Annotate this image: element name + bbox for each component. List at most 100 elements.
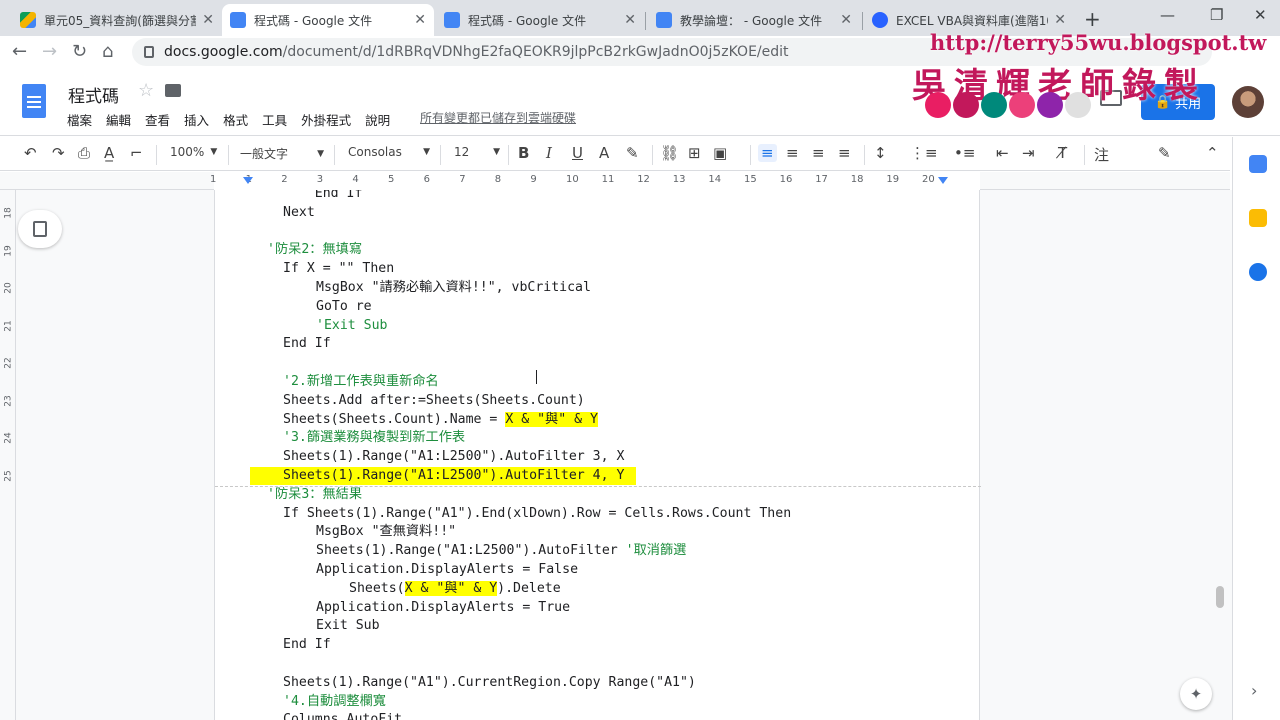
code-line[interactable]: End If xyxy=(283,636,331,654)
docs-logo-icon[interactable] xyxy=(22,84,46,118)
code-line[interactable]: MsgBox "請務必輸入資料!!", vbCritical xyxy=(316,279,591,297)
bold-icon[interactable]: B xyxy=(518,144,529,162)
decrease-indent-icon[interactable]: ⇤ xyxy=(996,144,1009,162)
text-color-icon[interactable]: A xyxy=(599,144,609,162)
back-icon[interactable]: ← xyxy=(12,41,27,62)
calendar-icon[interactable] xyxy=(1249,155,1267,173)
chevron-right-icon[interactable]: › xyxy=(1251,681,1257,700)
code-line[interactable]: '3.篩選業務與複製到新工作表 xyxy=(283,429,465,447)
folder-icon[interactable] xyxy=(165,84,181,97)
code-line[interactable]: End If xyxy=(283,190,363,203)
window-close-icon[interactable]: ✕ xyxy=(1254,6,1267,24)
redo-icon[interactable]: ↷ xyxy=(52,144,65,162)
align-center-icon[interactable]: ≡ xyxy=(786,144,799,162)
underline-icon[interactable]: U xyxy=(572,144,583,162)
browser-tab-4[interactable]: 教學論壇： - Google 文件 ✕ xyxy=(648,4,860,36)
close-icon[interactable]: ✕ xyxy=(202,12,214,28)
menu-insert[interactable]: 插入 xyxy=(177,108,216,131)
code-line[interactable]: Sheets(1).Range("A1:L2500").AutoFilter '… xyxy=(316,542,686,560)
line-spacing-icon[interactable]: ↕ xyxy=(874,144,887,162)
input-tools-icon[interactable]: 注 xyxy=(1094,144,1109,165)
undo-icon[interactable]: ↶ xyxy=(24,144,37,162)
code-line[interactable]: Sheets(1).Range("A1:L2500").AutoFilter 4… xyxy=(283,467,624,485)
zoom-select[interactable]: 100% ▼ xyxy=(170,145,217,159)
code-line[interactable]: Exit Sub xyxy=(316,617,380,635)
code-line[interactable]: Sheets(Sheets.Count).Name = X & "與" & Y xyxy=(283,411,598,429)
close-icon[interactable]: ✕ xyxy=(624,12,636,28)
code-line[interactable]: Sheets(1).Range("A1").CurrentRegion.Copy… xyxy=(283,674,696,692)
close-icon[interactable]: ✕ xyxy=(1054,12,1066,28)
code-line[interactable]: '4.自動調整欄寬 xyxy=(283,693,386,711)
browser-tab-1[interactable]: 單元05_資料查詢(篩選與分割工 ✕ xyxy=(12,4,222,36)
close-icon[interactable]: ✕ xyxy=(840,12,852,28)
link-icon[interactable]: ⛓ xyxy=(660,144,679,162)
code-line[interactable]: End If xyxy=(283,335,331,353)
align-left-icon[interactable]: ≡ xyxy=(758,144,777,162)
avatar[interactable] xyxy=(1232,86,1264,118)
minimize-icon[interactable]: — xyxy=(1160,6,1175,24)
keep-icon[interactable] xyxy=(1249,209,1267,227)
paint-format-icon[interactable]: ⌐ xyxy=(130,144,143,162)
clear-formatting-icon[interactable]: T̸ xyxy=(1058,144,1067,162)
menu-addons[interactable]: 外掛程式 xyxy=(294,108,358,131)
reload-icon[interactable]: ↻ xyxy=(72,41,87,62)
menu-tools[interactable]: 工具 xyxy=(255,108,294,131)
font-select[interactable]: Consolas ▼ xyxy=(348,145,430,159)
code-line[interactable]: '防呆2：無填寫 xyxy=(267,241,362,259)
font-size-select[interactable]: 12 ▼ xyxy=(454,145,500,159)
code-line[interactable]: Next xyxy=(283,204,315,222)
document-page[interactable]: End If Next '防呆2：無填寫 If X = "" Then MsgBox "… xyxy=(214,190,981,720)
left-indent-marker[interactable] xyxy=(243,177,253,184)
new-tab-icon[interactable]: + xyxy=(1084,7,1101,31)
code-line[interactable]: If X = "" Then xyxy=(283,260,394,278)
chevron-up-icon[interactable]: ⌃ xyxy=(1206,144,1219,162)
home-icon[interactable]: ⌂ xyxy=(102,41,113,62)
code-line[interactable]: Columns.AutoFit xyxy=(283,711,402,720)
menu-format[interactable]: 格式 xyxy=(216,108,255,131)
explore-icon[interactable]: ✦ xyxy=(1180,678,1212,710)
document-workspace: 18 19 20 21 22 23 24 25 End If Next '防呆2：無填寫 If X … xyxy=(0,190,1232,720)
code-line[interactable]: Application.DisplayAlerts = False xyxy=(316,561,578,579)
scrollbar-thumb[interactable] xyxy=(1216,586,1224,608)
editing-mode-icon[interactable]: ✎ xyxy=(1158,144,1171,162)
maximize-icon[interactable]: ❐ xyxy=(1210,6,1223,24)
align-right-icon[interactable]: ≡ xyxy=(812,144,825,162)
star-icon[interactable]: ☆ xyxy=(138,80,154,101)
code-line[interactable]: MsgBox "查無資料!!" xyxy=(316,523,456,541)
align-justify-icon[interactable]: ≡ xyxy=(838,144,851,162)
forward-icon[interactable]: → xyxy=(42,41,57,62)
italic-icon[interactable]: I xyxy=(546,144,552,162)
add-comment-icon[interactable]: ⊞ xyxy=(688,144,701,162)
save-status[interactable]: 所有變更都已儲存到雲端硬碟 xyxy=(420,109,576,126)
print-icon[interactable]: ⎙ xyxy=(78,144,90,162)
document-outline-button[interactable] xyxy=(18,210,62,248)
close-icon[interactable]: ✕ xyxy=(414,12,426,28)
horizontal-ruler[interactable]: 1 1 2 3 4 5 6 7 8 9 10 11 12 13 14 15 16 17 18 19 20 xyxy=(0,172,1230,190)
spellcheck-icon[interactable]: A̲ xyxy=(104,144,114,162)
code-line[interactable]: GoTo re xyxy=(316,298,372,316)
code-line[interactable]: Application.DisplayAlerts = True xyxy=(316,599,570,617)
menu-view[interactable]: 查看 xyxy=(138,108,177,131)
code-line[interactable]: Sheets(1).Range("A1:L2500").AutoFilter 3… xyxy=(283,448,624,466)
code-line[interactable]: Sheets(X & "與" & Y).Delete xyxy=(349,580,561,598)
bulleted-list-icon[interactable]: •≡ xyxy=(954,144,975,162)
browser-tab-2[interactable]: 程式碼 - Google 文件 ✕ xyxy=(222,4,434,36)
code-line[interactable]: Sheets.Add after:=Sheets(Sheets.Count) xyxy=(283,392,585,410)
increase-indent-icon[interactable]: ⇥ xyxy=(1022,144,1035,162)
insert-image-icon[interactable]: ▣ xyxy=(713,144,727,162)
code-line[interactable]: 'Exit Sub xyxy=(316,317,387,335)
document-title[interactable]: 程式碼 xyxy=(68,82,119,107)
right-indent-marker[interactable] xyxy=(938,177,948,184)
style-select[interactable]: 一般文字 ▼ xyxy=(240,145,324,162)
tasks-icon[interactable] xyxy=(1249,263,1267,281)
code-line[interactable]: '2.新增工作表與重新命名 xyxy=(283,373,439,391)
code-line[interactable]: If Sheets(1).Range("A1").End(xlDown).Row… xyxy=(283,505,791,523)
code-line[interactable]: '防呆3：無結果 xyxy=(267,486,362,504)
vertical-ruler[interactable]: 18 19 20 21 22 23 24 25 xyxy=(0,190,16,720)
numbered-list-icon[interactable]: ⋮≡ xyxy=(910,144,938,162)
menu-edit[interactable]: 編輯 xyxy=(99,108,138,131)
menu-file[interactable]: 檔案 xyxy=(60,108,99,131)
highlight-color-icon[interactable]: ✎ xyxy=(626,144,639,162)
menu-help[interactable]: 說明 xyxy=(358,108,397,131)
browser-tab-3[interactable]: 程式碼 - Google 文件 ✕ xyxy=(436,4,644,36)
